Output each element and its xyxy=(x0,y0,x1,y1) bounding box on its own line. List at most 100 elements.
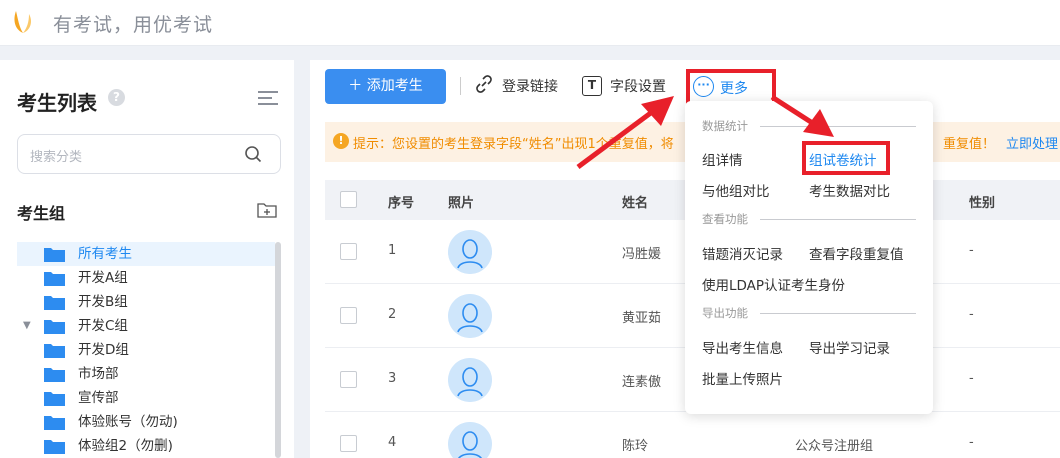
tree-item-dev-c[interactable]: ▼ 开发C组 xyxy=(17,314,275,338)
link-icon[interactable] xyxy=(474,74,494,94)
row-name: 黄亚茹 xyxy=(622,311,662,326)
add-student-label: 添加考生 xyxy=(366,78,423,94)
toolbar-divider xyxy=(460,77,461,95)
folder-icon xyxy=(44,440,65,454)
add-folder-icon[interactable] xyxy=(257,201,277,218)
tree-item-market[interactable]: 市场部 xyxy=(17,362,275,386)
text-field-icon[interactable]: T xyxy=(582,76,602,96)
row-index: 2 xyxy=(388,307,397,322)
tree-item-label: 体验账号（勿动) xyxy=(78,414,178,430)
plus-icon: ＋ xyxy=(348,78,363,94)
sidebar: 考生列表 ? 搜索分类 考生组 所有考生 开发A组 开发B组 ▼ 开发C组 开发… xyxy=(0,60,294,458)
menu-item-export-info[interactable]: 导出考生信息 xyxy=(702,337,783,357)
search-category-input[interactable]: 搜索分类 xyxy=(17,134,281,174)
col-index: 序号 xyxy=(388,196,415,211)
row-index: 4 xyxy=(388,435,397,450)
tree-item-label: 所有考生 xyxy=(78,246,132,262)
folder-icon xyxy=(44,344,65,358)
tree-item-all-students[interactable]: 所有考生 xyxy=(17,242,275,266)
menu-item-compare-data[interactable]: 考生数据对比 xyxy=(809,180,890,200)
folder-icon xyxy=(44,368,65,382)
section-divider xyxy=(760,313,916,314)
tree-item-dev-b[interactable]: 开发B组 xyxy=(17,290,275,314)
sidebar-title: 考生列表 xyxy=(17,91,97,115)
section-stats-label: 数据统计 xyxy=(702,119,748,133)
notice-text: 提示：您设置的考生登录字段“姓名”出现1个重复值，将 xyxy=(353,137,674,152)
row-checkbox[interactable] xyxy=(340,435,357,452)
tree-item-label: 市场部 xyxy=(78,366,119,382)
folder-icon xyxy=(44,416,65,430)
section-export-label: 导出功能 xyxy=(702,306,748,320)
menu-item-compare-groups[interactable]: 与他组对比 xyxy=(702,180,770,200)
notice-text-end: 重复值！ xyxy=(943,137,996,152)
tree-item-dev-a[interactable]: 开发A组 xyxy=(17,266,275,290)
col-gender: 性别 xyxy=(969,196,996,211)
add-student-button[interactable]: ＋ 添加考生 xyxy=(325,69,446,104)
help-icon[interactable]: ? xyxy=(108,89,125,106)
col-photo: 照片 xyxy=(448,196,475,211)
row-checkbox[interactable] xyxy=(340,307,357,324)
tree-item-label: 体验组2（勿删) xyxy=(78,438,173,454)
folder-icon xyxy=(44,320,65,334)
more-dots-icon[interactable]: ··· xyxy=(693,76,714,97)
field-settings-button[interactable]: 字段设置 xyxy=(610,76,666,96)
folder-icon xyxy=(44,296,65,310)
logo-icon xyxy=(14,11,31,33)
col-name: 姓名 xyxy=(622,196,649,211)
row-gender: - xyxy=(969,435,974,450)
login-link-button[interactable]: 登录链接 xyxy=(502,76,558,96)
row-name: 冯胜媛 xyxy=(622,247,662,262)
tree-item-label: 宣传部 xyxy=(78,390,119,406)
row-name: 陈玲 xyxy=(622,439,649,454)
section-view-label: 查看功能 xyxy=(702,212,748,226)
tree-item-label: 开发A组 xyxy=(78,270,128,286)
tree-item-label: 开发C组 xyxy=(78,318,128,334)
list-menu-icon[interactable] xyxy=(258,90,278,106)
row-checkbox[interactable] xyxy=(340,371,357,388)
menu-item-group-paper-stats[interactable]: 组试卷统计 xyxy=(809,149,877,169)
section-divider xyxy=(760,126,916,127)
group-title: 考生组 xyxy=(17,204,66,223)
more-dropdown-menu: 数据统计 组详情 组试卷统计 与他组对比 考生数据对比 查看功能 错题消灭记录 … xyxy=(685,101,933,414)
tree-item-trial-account[interactable]: 体验账号（勿动) xyxy=(17,410,275,434)
row-gender: - xyxy=(969,307,974,322)
avatar xyxy=(448,358,492,402)
folder-icon xyxy=(44,392,65,406)
folder-icon xyxy=(44,272,65,286)
caret-down-icon[interactable]: ▼ xyxy=(23,314,31,338)
sidebar-scrollbar[interactable] xyxy=(275,242,281,458)
menu-item-view-duplicates[interactable]: 查看字段重复值 xyxy=(809,243,904,263)
warning-icon: ! xyxy=(333,133,349,149)
tree-item-trial-group-2[interactable]: 体验组2（勿删) xyxy=(17,434,275,458)
section-divider xyxy=(760,219,916,220)
row-index: 3 xyxy=(388,371,397,386)
menu-item-ldap-auth[interactable]: 使用LDAP认证考生身份 xyxy=(702,274,845,294)
more-button[interactable]: 更多 xyxy=(720,78,748,98)
menu-item-export-records[interactable]: 导出学习记录 xyxy=(809,337,890,357)
folder-icon xyxy=(44,248,65,262)
avatar xyxy=(448,230,492,274)
tree-item-label: 开发B组 xyxy=(78,294,128,310)
select-all-checkbox[interactable] xyxy=(340,191,357,208)
avatar xyxy=(448,422,492,458)
row-gender: - xyxy=(969,371,974,386)
menu-item-error-records[interactable]: 错题消灭记录 xyxy=(702,243,783,263)
row-name: 连素傲 xyxy=(622,375,662,390)
row-index: 1 xyxy=(388,243,397,258)
tree-item-dev-d[interactable]: 开发D组 xyxy=(17,338,275,362)
search-icon[interactable] xyxy=(244,145,262,163)
tree-item-publicity[interactable]: 宣传部 xyxy=(17,386,275,410)
menu-item-batch-upload[interactable]: 批量上传照片 xyxy=(702,368,783,388)
group-tree: 所有考生 开发A组 开发B组 ▼ 开发C组 开发D组 市场部 宣传部 体验账号（… xyxy=(17,242,275,458)
row-checkbox[interactable] xyxy=(340,243,357,260)
avatar xyxy=(448,294,492,338)
top-bar: 有考试，用优考试 xyxy=(0,0,1060,46)
table-row[interactable]: 4 陈玲 公众号注册组 - xyxy=(325,412,1060,458)
row-group: 公众号注册组 xyxy=(795,439,874,454)
search-placeholder: 搜索分类 xyxy=(30,150,83,165)
handle-now-link[interactable]: 立即处理 xyxy=(1006,133,1058,152)
tree-item-label: 开发D组 xyxy=(78,342,129,358)
menu-item-group-detail[interactable]: 组详情 xyxy=(702,149,743,169)
row-gender: - xyxy=(969,243,974,258)
app-title: 有考试，用优考试 xyxy=(53,14,214,36)
